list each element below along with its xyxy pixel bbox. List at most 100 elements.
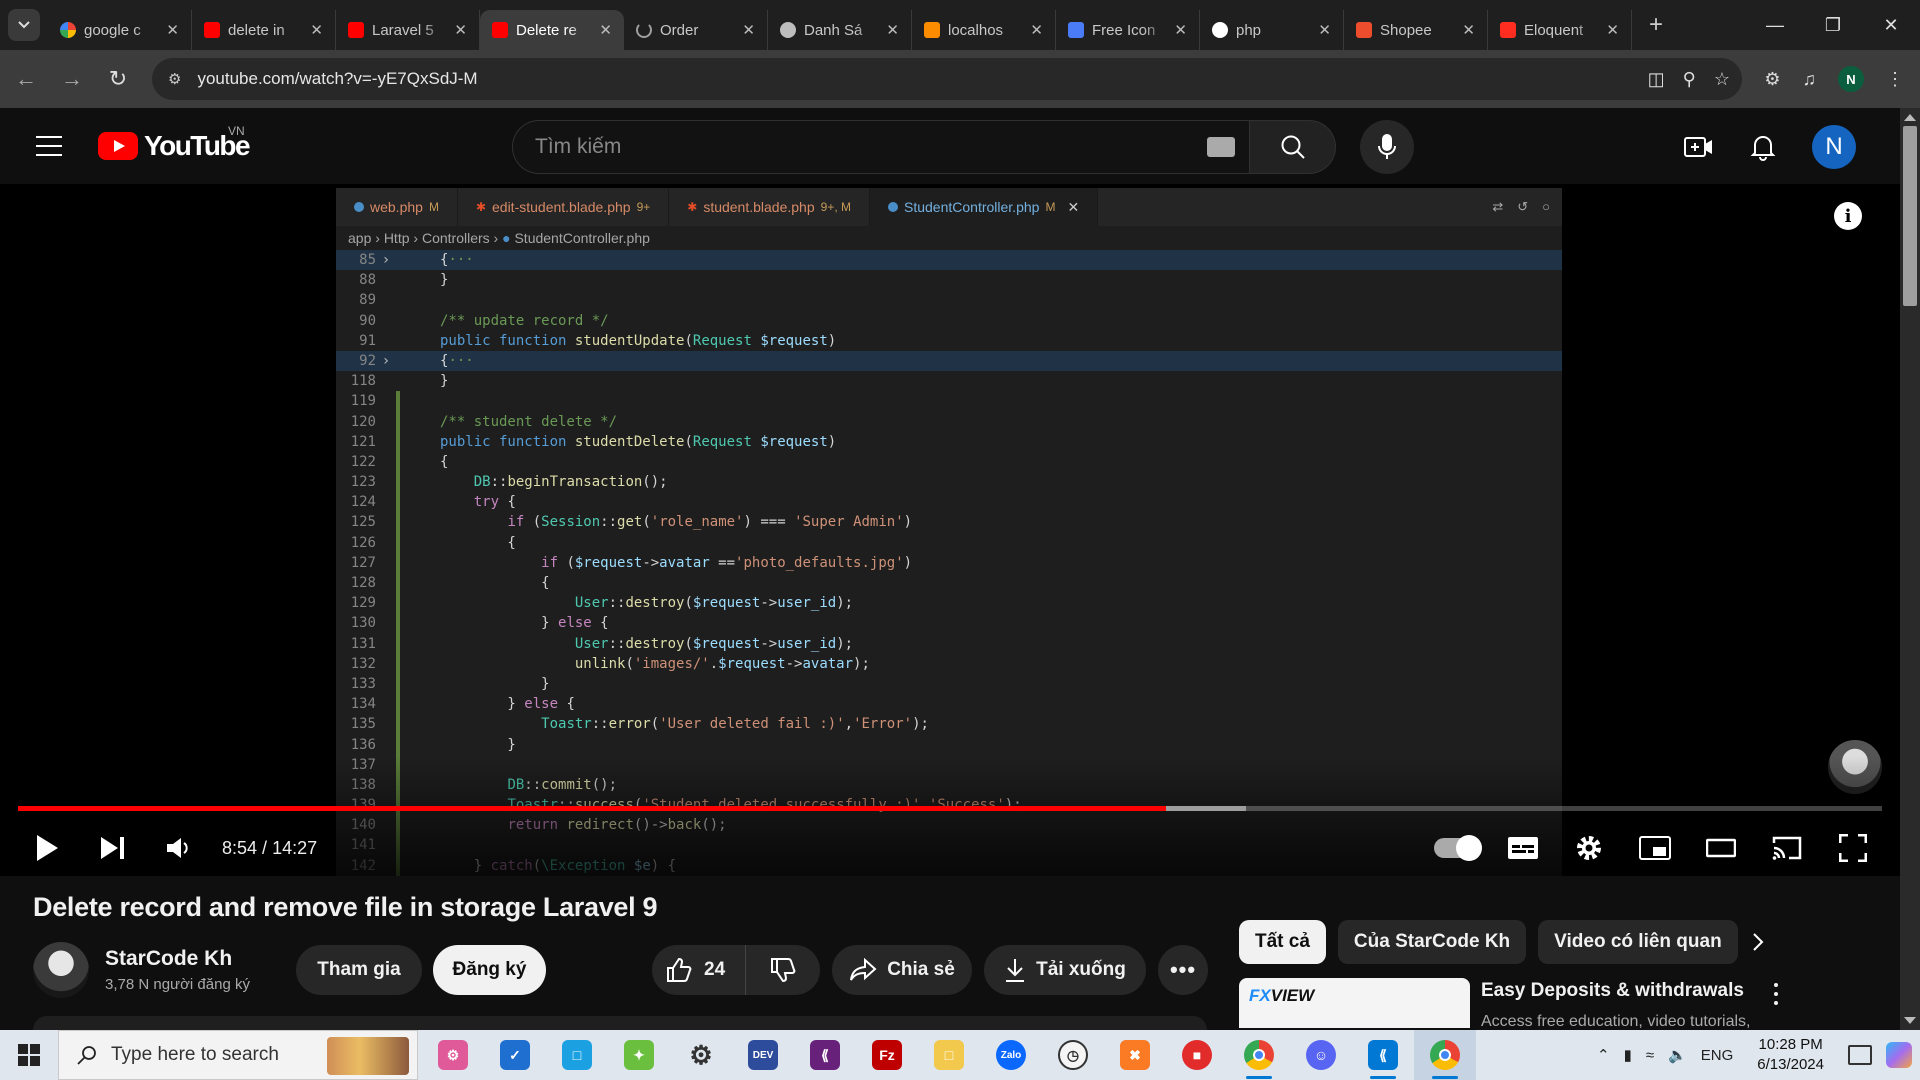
tab-close-icon[interactable]: ✕ (1030, 21, 1043, 39)
wifi-icon[interactable]: ≈ (1646, 1047, 1654, 1064)
address-bar[interactable]: ⚙ youtube.com/watch?v=-yE7QxSdJ-M ◫ ⚲ ☆ (152, 58, 1742, 100)
forward-button[interactable]: → (52, 59, 92, 99)
settings-button[interactable] (1556, 824, 1622, 872)
create-video-icon[interactable] (1684, 134, 1714, 160)
dislike-button[interactable] (746, 957, 820, 983)
tab-close-icon[interactable]: ✕ (166, 21, 179, 39)
subscribe-button[interactable]: Đăng ký (433, 945, 546, 995)
taskbar-app-settings[interactable]: ⚙ (670, 1030, 732, 1080)
taskbar-clock[interactable]: 10:28 PM 6/13/2024 (1757, 1035, 1824, 1075)
keyboard-icon[interactable] (1207, 137, 1235, 157)
tab-close-icon[interactable]: ✕ (742, 21, 755, 39)
chip-all[interactable]: Tất cả (1239, 920, 1326, 964)
voice-search-button[interactable] (1360, 120, 1414, 174)
tab-close-icon[interactable]: ✕ (1318, 21, 1331, 39)
new-tab-button[interactable]: + (1640, 9, 1672, 41)
download-button[interactable]: Tải xuống (984, 945, 1146, 995)
tray-overflow-chevron-icon[interactable]: ⌃ (1597, 1046, 1610, 1064)
scrollbar-thumb[interactable] (1903, 126, 1917, 306)
notification-center-icon[interactable] (1848, 1045, 1872, 1065)
taskbar-app-discord[interactable]: ☺ (1290, 1030, 1352, 1080)
scroll-up-arrow-icon[interactable] (1904, 114, 1916, 121)
taskbar-app-clock[interactable]: ◷ (1042, 1030, 1104, 1080)
taskbar-app-paint[interactable]: ✦ (608, 1030, 670, 1080)
info-icon[interactable]: i (1834, 202, 1862, 230)
scroll-down-arrow-icon[interactable] (1904, 1017, 1916, 1024)
taskbar-app-snip[interactable]: □ (546, 1030, 608, 1080)
close-window-button[interactable]: ✕ (1862, 0, 1920, 50)
mute-button[interactable] (146, 824, 212, 872)
reload-button[interactable]: ↻ (98, 59, 138, 99)
taskbar-app-filezilla[interactable]: Fz (856, 1030, 918, 1080)
taskbar-app-foxit[interactable]: ■ (1166, 1030, 1228, 1080)
play-button[interactable] (14, 824, 80, 872)
search-input[interactable]: Tìm kiếm (512, 120, 1250, 174)
tab-close-icon[interactable]: ✕ (1606, 21, 1619, 39)
taskbar-app-setup[interactable]: ⚙ (422, 1030, 484, 1080)
notifications-bell-icon[interactable] (1750, 133, 1776, 161)
browser-tab[interactable]: Eloquent ✕ (1488, 10, 1632, 50)
tab-search-button[interactable] (8, 9, 40, 41)
start-button[interactable] (0, 1030, 58, 1080)
browser-tab[interactable]: Danh Sá ✕ (768, 10, 912, 50)
taskbar-app-devc[interactable]: DEV (732, 1030, 794, 1080)
copilot-icon[interactable] (1886, 1042, 1912, 1068)
tab-close-icon[interactable]: ✕ (599, 21, 612, 39)
browser-tab[interactable]: delete in ✕ (192, 10, 336, 50)
site-info-icon[interactable]: ⚙ (168, 70, 181, 88)
browser-tab[interactable]: Free Icon ✕ (1056, 10, 1200, 50)
cast-button[interactable] (1754, 824, 1820, 872)
speaker-icon[interactable]: 🔈 (1668, 1046, 1687, 1064)
browser-tab[interactable]: php ✕ (1200, 10, 1344, 50)
menu-kebab-icon[interactable]: ⋮ (1886, 69, 1904, 90)
channel-name[interactable]: StarCode Kh (105, 947, 250, 971)
page-scrollbar[interactable] (1900, 108, 1920, 1030)
media-control-icon[interactable]: ♫ (1803, 69, 1817, 90)
input-language[interactable]: ENG (1701, 1047, 1734, 1064)
bookmark-star-icon[interactable]: ☆ (1714, 69, 1730, 90)
taskbar-app-whiteboard[interactable]: ✓ (484, 1030, 546, 1080)
more-actions-button[interactable]: ••• (1158, 945, 1208, 995)
autoplay-toggle[interactable] (1424, 824, 1490, 872)
miniplayer-button[interactable] (1622, 824, 1688, 872)
taskbar-app-xampp[interactable]: ✖ (1104, 1030, 1166, 1080)
join-button[interactable]: Tham gia (296, 945, 422, 995)
tab-close-icon[interactable]: ✕ (1462, 21, 1475, 39)
next-button[interactable] (80, 824, 146, 872)
youtube-logo[interactable]: YouTube VN (98, 124, 251, 162)
recommended-thumbnail[interactable]: FXVIEW (1239, 978, 1470, 1028)
taskbar-app-vscode[interactable]: ⟪ (1352, 1030, 1414, 1080)
tab-close-icon[interactable]: ✕ (886, 21, 899, 39)
browser-tab[interactable]: Delete re ✕ (480, 10, 624, 50)
zoom-icon[interactable]: ⚲ (1683, 69, 1696, 90)
progress-bar[interactable] (18, 806, 1882, 811)
fullscreen-button[interactable] (1820, 824, 1886, 872)
channel-avatar[interactable] (33, 942, 89, 998)
theater-mode-button[interactable] (1688, 824, 1754, 872)
taskbar-app-explorer[interactable]: □ (918, 1030, 980, 1080)
browser-tab[interactable]: Order ✕ (624, 10, 768, 50)
taskbar-app-chrome-profile[interactable] (1414, 1030, 1476, 1080)
profile-avatar[interactable]: N (1838, 66, 1864, 92)
browser-tab[interactable]: localhos ✕ (912, 10, 1056, 50)
browser-tab[interactable]: Shopee ✕ (1344, 10, 1488, 50)
subtitles-button[interactable] (1490, 824, 1556, 872)
back-button[interactable]: ← (6, 59, 46, 99)
taskbar-app-visual-studio[interactable]: ⟪ (794, 1030, 856, 1080)
browser-tab[interactable]: google c ✕ (48, 10, 192, 50)
description-box[interactable] (33, 1016, 1207, 1030)
recommended-more-icon[interactable] (1766, 980, 1786, 1008)
install-app-icon[interactable]: ◫ (1648, 69, 1665, 90)
chips-next-button[interactable] (1740, 924, 1776, 960)
chip-channel[interactable]: Của StarCode Kh (1337, 920, 1527, 964)
extensions-icon[interactable]: ⚙ (1764, 69, 1780, 90)
menu-hamburger-icon[interactable] (36, 136, 62, 156)
chip-related[interactable]: Video có liên quan (1538, 920, 1738, 964)
like-button[interactable]: 24 (652, 945, 747, 995)
taskbar-search-box[interactable]: Type here to search (58, 1030, 418, 1080)
search-button[interactable] (1250, 120, 1336, 174)
account-avatar[interactable]: N (1812, 125, 1856, 169)
minimize-button[interactable]: — (1746, 0, 1804, 50)
tab-close-icon[interactable]: ✕ (454, 21, 467, 39)
restore-button[interactable]: ❐ (1804, 0, 1862, 50)
